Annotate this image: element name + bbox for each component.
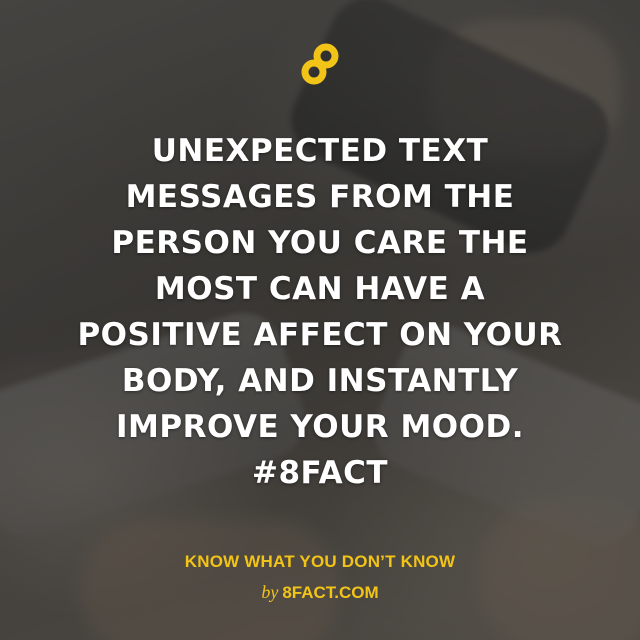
tagline: KNOW WHAT YOU DON’T KNOW: [184, 552, 456, 571]
byline: by 8FACT.COM: [60, 582, 580, 603]
hashtag: #8FACT: [251, 455, 389, 491]
fact-line: MESSAGES FROM THE: [125, 179, 515, 215]
infinity-eight-icon: [301, 43, 339, 85]
fact-text: UNEXPECTED TEXT MESSAGES FROM THE PERSON…: [40, 128, 600, 496]
fact-line: MOST CAN HAVE A: [154, 271, 486, 307]
fact-line: POSITIVE AFFECT ON YOUR: [77, 317, 563, 353]
by-prefix: by: [261, 582, 279, 602]
fact-line: BODY, AND INSTANTLY: [121, 363, 519, 399]
site-link[interactable]: 8FACT.COM: [282, 583, 378, 602]
fact-line: IMPROVE YOUR MOOD.: [115, 409, 525, 445]
fact-line: UNEXPECTED TEXT: [151, 133, 489, 169]
fact-card: UNEXPECTED TEXT MESSAGES FROM THE PERSON…: [0, 0, 640, 640]
fact-line: PERSON YOU CARE THE: [111, 225, 529, 261]
